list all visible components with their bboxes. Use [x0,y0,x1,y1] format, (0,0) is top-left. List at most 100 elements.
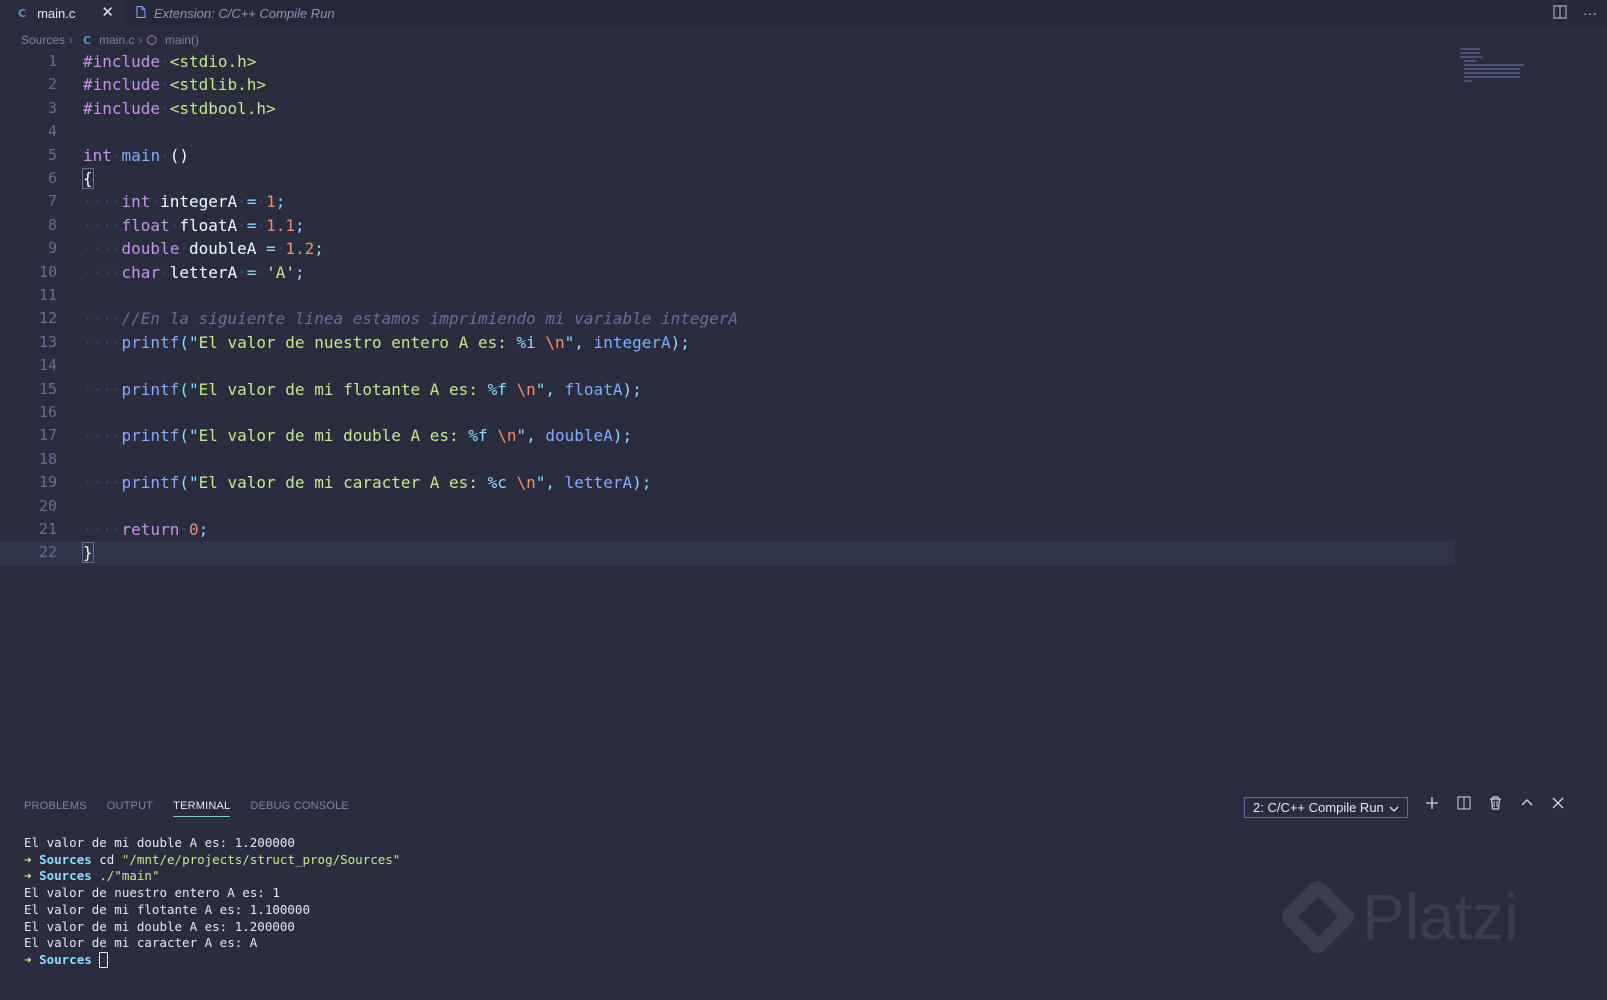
tab-label: main.c [37,5,76,21]
code-line: 13 ····printf("El valor de nuestro entero… [0,331,1455,354]
code-token: printf [121,426,180,446]
terminal-command: ./"main" [99,868,160,884]
tab-problems[interactable]: PROBLEMS [24,800,87,817]
line-number: 10 [38,262,57,281]
line-number: 1 [47,52,57,70]
code-token: = [246,215,257,235]
code-line: 1 #include·<stdio.h> [0,50,1455,73]
code-token: " [516,426,527,446]
code-line: 4 [0,120,1455,143]
code-token: printf [121,379,180,399]
terminal-prompt-line: ➜ Sources ./"main" [24,868,400,885]
line-number: 7 [47,192,57,211]
chevron-up-icon[interactable] [1520,796,1534,815]
panel-actions [1425,796,1564,815]
code-line: 19 ····printf("El valor de mi caracter A … [0,471,1455,494]
split-editor-icon[interactable] [1553,5,1567,22]
code-token: integerA [160,192,238,212]
line-number: 20 [38,496,57,515]
code-token: 1 [266,192,276,212]
close-icon[interactable]: ✕ [101,3,114,21]
code-line: 18 [0,448,1455,471]
code-token: %i [516,332,536,352]
tab-output[interactable]: OUTPUT [107,800,153,817]
breadcrumb-symbol[interactable]: main() [165,33,199,47]
tab-label: Extension: C/C++ Compile Run [154,5,335,21]
code-token: ; [275,192,286,212]
breadcrumb-file[interactable]: main.c [99,33,134,47]
file-icon [136,5,146,21]
code-token: , [545,379,565,399]
code-token: } [82,542,94,564]
code-token: ); [612,426,633,446]
terminal-output[interactable]: El valor de mi double A es: 1.200000 ➜ So… [24,835,400,969]
line-number: 2 [47,75,57,94]
terminal-prompt-line: ➜ Sources [24,952,400,969]
code-token: \n [545,332,565,352]
code-comment: //En la siguiente linea estamos imprimie… [121,309,739,329]
code-token: ; [198,520,209,539]
plus-icon[interactable] [1425,796,1439,815]
code-line: 5 int·main·() [0,144,1455,167]
code-editor[interactable]: 1 #include·<stdio.h> 2 #include·<stdlib.h>… [0,50,1455,580]
tab-terminal[interactable]: TERMINAL [173,800,231,817]
code-token: (" [179,473,199,493]
code-line: 6{ [0,167,1455,190]
line-number: 8 [47,215,57,234]
tab-main-c[interactable]: C main.c ✕ [0,0,124,26]
code-token: return [121,520,180,539]
code-token: %f [487,379,507,399]
code-token: double [121,239,180,259]
prompt-dir: Sources [39,951,92,967]
trash-icon[interactable] [1489,796,1502,815]
editor-actions: ··· [1553,0,1607,26]
code-token: main [121,145,161,165]
code-token: \n [516,379,536,399]
code-token: 1.1 [266,215,295,235]
terminal-line: El valor de mi double A es: 1.200000 [24,835,295,850]
code-token: = [266,239,276,259]
tab-debug-console[interactable]: DEBUG CONSOLE [250,800,349,817]
line-number: 9 [47,239,57,258]
breadcrumb-folder[interactable]: Sources [21,33,65,47]
more-actions-icon[interactable]: ··· [1583,5,1597,21]
panel-tabs: PROBLEMS OUTPUT TERMINAL DEBUG CONSOLE [24,800,349,817]
line-number: 6 [47,169,57,187]
code-token: integerA [593,332,671,352]
line-number: 11 [38,286,57,304]
tab-bar: C main.c ✕ Extension: C/C++ Compile Run … [0,0,1607,26]
code-token: () [169,145,189,165]
code-token: int [121,192,151,212]
prompt-arrow: ➜ [24,868,32,884]
code-token: (" [179,426,199,446]
c-file-icon: C [83,33,92,47]
line-number: 4 [47,122,57,141]
line-number: 22 [38,543,57,562]
terminal-line: El valor de mi flotante A es: 1.100000 [24,901,310,917]
line-number: 19 [38,473,57,492]
line-number: 16 [38,403,57,421]
line-number: 21 [38,520,57,538]
terminal-select[interactable]: 2: C/C++ Compile Run [1244,797,1408,818]
code-token: El valor de mi caracter A es: [198,473,488,493]
code-token: 0 [188,520,199,539]
line-number: 12 [38,309,57,328]
close-icon[interactable] [1552,796,1564,815]
prompt-dir: Sources [39,868,92,884]
tab-extension-compile-run[interactable]: Extension: C/C++ Compile Run [124,0,346,26]
chevron-right-icon: › [138,33,143,47]
prompt-dir: Sources [39,851,92,867]
terminal-command-arg: "/mnt/e/projects/struct_prog/Sources" [121,851,401,867]
minimap[interactable] [1460,48,1540,92]
split-terminal-icon[interactable] [1457,796,1471,815]
code-token: El valor de mi flotante A es: [198,379,488,399]
line-number: 15 [38,379,57,398]
prompt-arrow: ➜ [24,851,32,867]
code-token: ); [622,379,642,399]
code-token: El valor de mi double A es: [198,426,469,446]
code-token: \n [497,426,517,446]
line-number: 17 [38,426,57,445]
code-token: = [246,192,257,212]
